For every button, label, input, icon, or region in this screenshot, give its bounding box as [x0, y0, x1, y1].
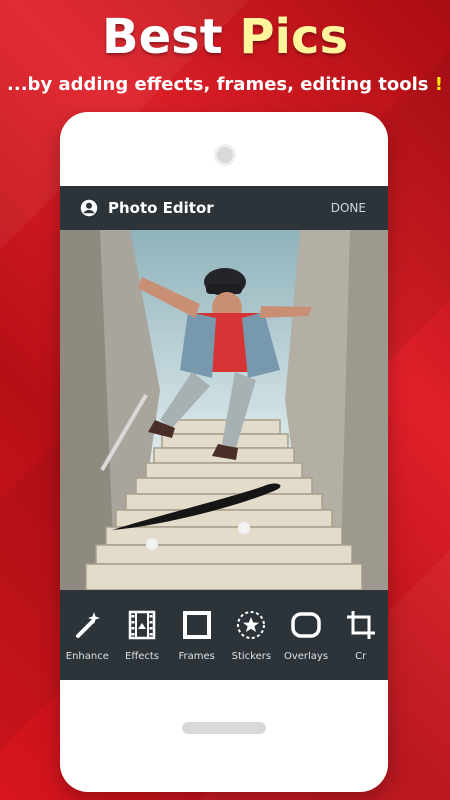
subline-exclamation: !	[434, 74, 443, 95]
edited-photo[interactable]	[60, 230, 388, 590]
phone-mockup: Photo Editor DONE Enhance Effects Frames…	[60, 112, 388, 792]
headline-main-word: Best	[101, 9, 223, 65]
subline-text: ...by adding effects, frames, editing to…	[7, 74, 429, 95]
tool-label-effects: Effects	[125, 650, 159, 662]
app-screen: Photo Editor DONE Enhance Effects Frames…	[60, 186, 388, 680]
tool-frames[interactable]: Frames	[169, 590, 224, 680]
tool-bar: Enhance Effects Frames Stickers Overlays…	[60, 590, 388, 680]
tool-crop[interactable]: Cr	[333, 590, 388, 680]
phone-home-button	[182, 722, 266, 734]
app-bar: Photo Editor DONE	[60, 186, 388, 230]
star-sticker-icon	[237, 610, 266, 639]
tool-enhance[interactable]: Enhance	[60, 590, 115, 680]
tool-label-crop: Cr	[355, 650, 367, 662]
crop-icon	[346, 610, 375, 639]
tool-effects[interactable]: Effects	[115, 590, 170, 680]
tool-overlays[interactable]: Overlays	[279, 590, 334, 680]
tool-label-stickers: Stickers	[231, 650, 272, 662]
done-button[interactable]: DONE	[331, 201, 366, 215]
promo-headline: Best Pics	[0, 8, 450, 66]
promo-subline: ...by adding effects, frames, editing to…	[0, 74, 450, 95]
promo-background: Best Pics ...by adding effects, frames, …	[0, 0, 450, 800]
app-title: Photo Editor	[108, 199, 214, 217]
tool-label-frames: Frames	[178, 650, 215, 662]
phone-speaker	[214, 144, 236, 166]
square-frame-icon	[182, 610, 211, 639]
film-strip-icon	[128, 610, 156, 639]
account-circle-icon[interactable]	[80, 199, 98, 217]
tool-label-overlays: Overlays	[283, 650, 329, 662]
headline-accent-word: Pics	[239, 9, 349, 65]
tool-stickers[interactable]: Stickers	[224, 590, 279, 680]
tool-label-enhance: Enhance	[65, 650, 109, 662]
magic-wand-icon	[76, 611, 101, 638]
rounded-rect-icon	[291, 611, 321, 638]
